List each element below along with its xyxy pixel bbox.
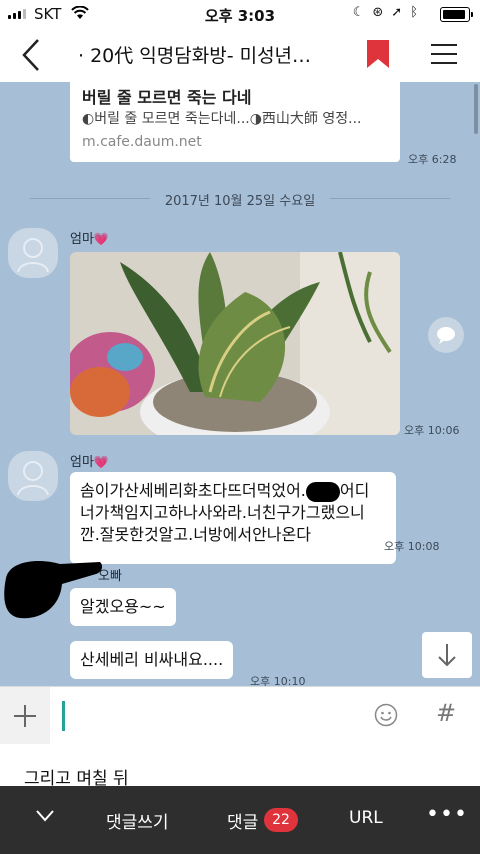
text-caret [62, 701, 65, 731]
hash-icon[interactable]: # [436, 699, 456, 727]
date-divider: 2017년 10월 25일 수요일 [150, 190, 330, 209]
bluetooth-icon: ᛒ [410, 5, 418, 20]
bookmark-icon[interactable] [367, 40, 389, 68]
link-description: ◐버릴 줄 모르면 죽는다네...◑西山大師 영정... [82, 111, 362, 127]
bottom-toolbar: 댓글쓰기 댓글 22 URL ••• [0, 786, 480, 854]
emoji-icon[interactable] [374, 703, 398, 727]
message-time: 오후 6:28 [408, 153, 457, 166]
plant-photo [70, 252, 400, 435]
message-time: 오후 10:08 [384, 540, 440, 553]
message-time: 오후 10:06 [404, 424, 460, 437]
status-icons: ☾ ⊛ ➚ ᛒ [353, 5, 418, 20]
share-button[interactable] [428, 317, 464, 353]
person-icon [17, 461, 49, 496]
battery-icon [440, 7, 473, 22]
avatar[interactable] [8, 451, 58, 501]
link-title: 버릴 줄 모르면 죽는 다네 [82, 88, 252, 107]
heart-icon: 💗 [93, 232, 109, 246]
menu-icon[interactable] [431, 42, 457, 66]
message-line: 솜이가산세베리화초다뜨더먹었어. 어디 [80, 481, 370, 502]
arrow-down-icon [438, 644, 456, 667]
write-comment-button[interactable]: 댓글쓰기 [106, 808, 169, 833]
comments-button[interactable]: 댓글 [227, 808, 258, 833]
nav-bar: · 20代 익명담화방- 미성년… [0, 28, 480, 83]
comment-count-badge: 22 [264, 808, 298, 832]
person-icon [17, 238, 49, 273]
message-bubble[interactable]: 알겠오용~~ [70, 588, 176, 626]
heart-icon: 💗 [93, 455, 109, 469]
message-time: 오후 10:10 [250, 675, 306, 686]
page-title[interactable]: · 20代 익명담화방- 미성년… [78, 41, 348, 68]
photo-message[interactable] [70, 252, 400, 435]
back-icon[interactable] [14, 36, 50, 74]
chat-area[interactable]: 버릴 줄 모르면 죽는 다네 ◐버릴 줄 모르면 죽는다네...◑西山大師 영정… [0, 82, 480, 686]
scroll-down-button[interactable] [422, 632, 472, 678]
speech-bubble-icon [437, 327, 455, 344]
url-button[interactable]: URL [349, 808, 383, 828]
status-bar: SKT 오후 3:03 ☾ ⊛ ➚ ᛒ [0, 0, 480, 28]
link-domain: m.cafe.daum.net [82, 134, 202, 150]
message-input-bar[interactable]: # [0, 686, 480, 745]
message-bubble[interactable]: 솜이가산세베리화초다뜨더먹었어. 어디 너가책임지고하나사와라.너친구가그랬으니 … [70, 472, 396, 564]
more-button[interactable]: ••• [426, 802, 468, 827]
attach-button[interactable] [0, 687, 50, 744]
message-bubble[interactable]: 산세베리 비싸내요.... [70, 641, 234, 679]
plus-icon [14, 705, 36, 727]
message-line: 깐.잘못한것알고.너방에서안나온다 [80, 525, 311, 544]
message-line: 너가책임지고하나사와라.너친구가그랬으니 [80, 503, 365, 522]
location-icon: ➚ [391, 5, 403, 20]
rotation-lock-icon: ⊛ [372, 5, 384, 20]
redaction [305, 481, 340, 502]
scrollbar[interactable] [474, 84, 478, 134]
link-preview-card[interactable]: 버릴 줄 모르면 죽는 다네 ◐버릴 줄 모르면 죽는다네...◑西山大師 영정… [70, 82, 400, 162]
sender-name: 엄마💗 [70, 455, 109, 470]
sender-name: 오빠 [98, 569, 122, 584]
sender-name: 엄마💗 [70, 232, 109, 247]
chevron-down-icon[interactable] [36, 810, 54, 822]
moon-icon: ☾ [352, 5, 365, 20]
avatar[interactable] [8, 228, 58, 278]
